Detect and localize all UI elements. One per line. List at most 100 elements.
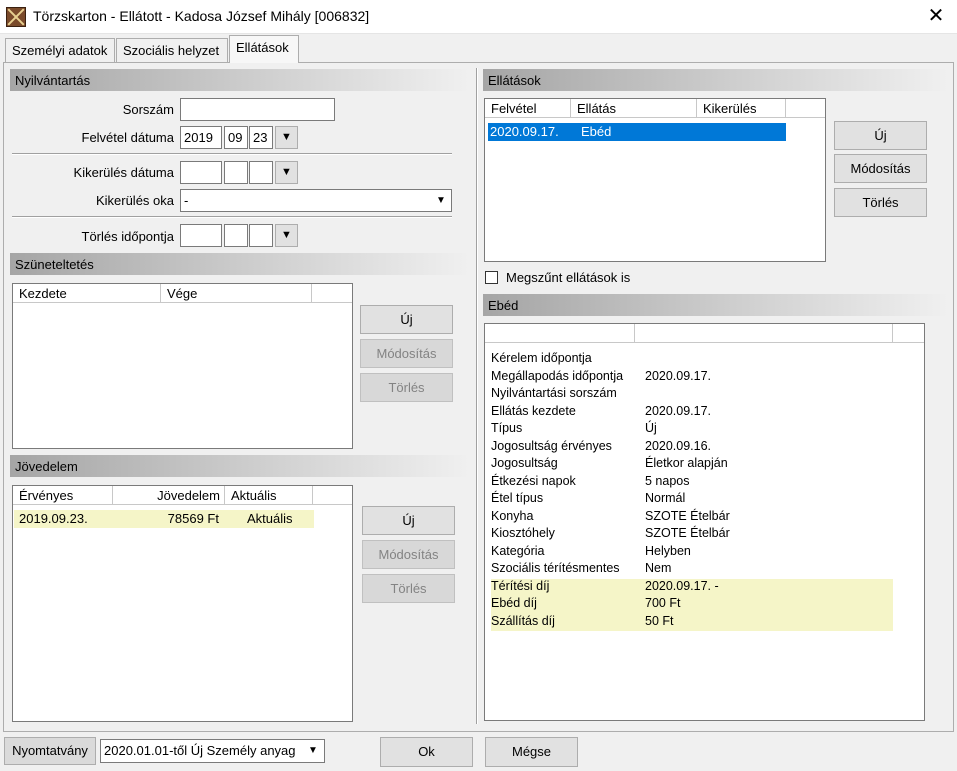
column-header-felvetel[interactable]: Felvétel: [485, 99, 571, 118]
detail-row: Jogosultság Életkor alapján: [491, 456, 893, 474]
table-row-selected[interactable]: 2020.09.17. Ebéd: [488, 123, 786, 141]
szuneteltetes-modify-button[interactable]: Módosítás: [360, 339, 453, 368]
nyilvantartas-header: Nyilvántartás: [10, 69, 470, 91]
detail-value: 50 Ft: [645, 613, 674, 628]
detail-row: Típus Új: [491, 421, 893, 439]
triangle-down-icon: ▼: [281, 166, 292, 178]
detail-row: Szociális térítésmentes Nem: [491, 561, 893, 579]
detail-row: Nyilvántartási sorszám: [491, 386, 893, 404]
nyomtatvany-select-value: 2020.01.01-től Új Személy anyag: [104, 743, 296, 758]
detail-key: Kategória: [491, 543, 545, 558]
window-title: Törzskarton - Ellátott - Kadosa József M…: [33, 8, 370, 24]
column-header-jovedelem[interactable]: Jövedelem: [113, 486, 225, 505]
kikerules-year-input[interactable]: [180, 161, 222, 184]
column-header-kikerules[interactable]: Kikerülés: [697, 99, 786, 118]
kikerules-datuma-label: Kikerülés dátuma: [73, 165, 174, 180]
cell-ellatas: Ebéd: [581, 124, 612, 139]
szuneteltetes-new-button[interactable]: Új: [360, 305, 453, 334]
column-header-aktualis[interactable]: Aktuális: [225, 486, 313, 505]
torles-year-input[interactable]: [180, 224, 222, 247]
kikerules-oka-select[interactable]: - ▼: [180, 189, 452, 212]
ebed-header: Ebéd: [483, 294, 949, 316]
column-header-empty: [313, 486, 352, 505]
detail-row: Térítési díj 2020.09.17. -: [491, 578, 893, 596]
detail-key: Nyilvántartási sorszám: [491, 386, 617, 400]
column-header-empty: [786, 99, 825, 118]
title-bar: Törzskarton - Ellátott - Kadosa József M…: [0, 0, 957, 34]
felvetel-year-input[interactable]: 2019: [180, 126, 222, 149]
megszunt-checkbox[interactable]: [485, 271, 498, 284]
szuneteltetes-header: Szüneteltetés: [10, 253, 470, 275]
column-header-ervenyes[interactable]: Érvényes: [13, 486, 113, 505]
cell-felvetel: 2020.09.17.: [490, 124, 559, 139]
detail-row: Kérelem időpontja: [491, 351, 893, 369]
sorszam-input[interactable]: [180, 98, 335, 121]
triangle-down-icon: ▼: [281, 131, 292, 143]
ok-button[interactable]: Ok: [380, 737, 473, 767]
detail-value: SZOTE Ételbár: [645, 526, 730, 540]
detail-row: Kategória Helyben: [491, 544, 893, 562]
tab-szocialis-helyzet[interactable]: Szociális helyzet: [116, 38, 228, 62]
nyomtatvany-select[interactable]: 2020.01.01-től Új Személy anyag ▼: [100, 739, 325, 763]
detail-key: Kiosztóhely: [491, 526, 555, 540]
column-header-ellatas[interactable]: Ellátás: [571, 99, 697, 118]
felvetel-calendar-dropdown[interactable]: ▼: [275, 126, 298, 149]
detail-value: 2020.09.17. -: [645, 578, 719, 593]
detail-row: Kiosztóhely SZOTE Ételbár: [491, 526, 893, 544]
torles-calendar-dropdown[interactable]: ▼: [275, 224, 298, 247]
cancel-button[interactable]: Mégse: [485, 737, 578, 767]
ellatasok-new-button[interactable]: Új: [834, 121, 927, 150]
detail-row: Konyha SZOTE Ételbár: [491, 509, 893, 527]
jovedelem-list[interactable]: Érvényes Jövedelem Aktuális 2019.09.23. …: [12, 485, 353, 722]
kikerules-day-input[interactable]: [249, 161, 273, 184]
column-header-vege[interactable]: Vége: [161, 284, 312, 303]
column-header-kezdete[interactable]: Kezdete: [13, 284, 161, 303]
jovedelem-new-button[interactable]: Új: [362, 506, 455, 535]
felvetel-day-input[interactable]: 23: [249, 126, 273, 149]
detail-key: Térítési díj: [491, 578, 550, 593]
jovedelem-delete-button[interactable]: Törlés: [362, 574, 455, 603]
detail-key: Megállapodás időpontja: [491, 368, 624, 383]
detail-value: 5 napos: [645, 473, 690, 488]
szuneteltetes-delete-button[interactable]: Törlés: [360, 373, 453, 402]
detail-row: Szállítás díj 50 Ft: [491, 613, 893, 631]
detail-key: Ebéd díj: [491, 596, 537, 610]
ebed-details-list[interactable]: Kérelem időpontja Megállapodás időpontja 2…: [484, 323, 925, 721]
torles-idopontja-label: Törlés időpontja: [81, 229, 175, 244]
nyomtatvany-button[interactable]: Nyomtatvány: [4, 737, 96, 765]
szuneteltetes-list[interactable]: Kezdete Vége: [12, 283, 353, 449]
detail-key: Jogosultság érvényes: [491, 438, 612, 453]
kikerules-month-input[interactable]: [224, 161, 248, 184]
detail-key: Étkezési napok: [491, 473, 576, 488]
tab-szemelyi-adatok[interactable]: Személyi adatok: [5, 38, 115, 62]
chevron-down-icon: ▼: [303, 741, 323, 761]
detail-value: Új: [645, 421, 657, 435]
ellatasok-list[interactable]: Felvétel Ellátás Kikerülés 2020.09.17. E…: [484, 98, 826, 262]
detail-key: Konyha: [491, 508, 534, 523]
felvetel-month-input[interactable]: 09: [224, 126, 248, 149]
sorszam-label: Sorszám: [122, 102, 174, 117]
detail-row: Étkezési napok 5 napos: [491, 474, 893, 492]
ellatasok-modify-button[interactable]: Módosítás: [834, 154, 927, 183]
detail-key: Szállítás díj: [491, 613, 555, 628]
detail-value: Nem: [645, 561, 672, 575]
detail-key: Étel típus: [491, 491, 544, 505]
jovedelem-modify-button[interactable]: Módosítás: [362, 540, 455, 569]
kikerules-calendar-dropdown[interactable]: ▼: [275, 161, 298, 184]
megszunt-checkbox-label[interactable]: Megszűnt ellátások is: [506, 270, 630, 285]
torles-month-input[interactable]: [224, 224, 248, 247]
close-button[interactable]: ✕: [918, 2, 954, 32]
detail-row: Ebéd díj 700 Ft: [491, 596, 893, 614]
torles-day-input[interactable]: [249, 224, 273, 247]
column-header-key: [485, 324, 635, 343]
detail-key: Jogosultság: [491, 456, 558, 470]
ellatasok-delete-button[interactable]: Törlés: [834, 188, 927, 217]
divider: [12, 216, 452, 218]
chevron-down-icon: ▼: [432, 191, 450, 210]
detail-value: Életkor alapján: [645, 456, 728, 470]
detail-value: Helyben: [645, 543, 691, 558]
table-row[interactable]: 2019.09.23. 78569 Ft Aktuális: [14, 510, 314, 528]
cell-jovedelem: 78569 Ft: [167, 511, 219, 526]
ellatasok-header: Ellátások: [483, 69, 949, 91]
tab-ellatasok[interactable]: Ellátások: [229, 35, 299, 63]
